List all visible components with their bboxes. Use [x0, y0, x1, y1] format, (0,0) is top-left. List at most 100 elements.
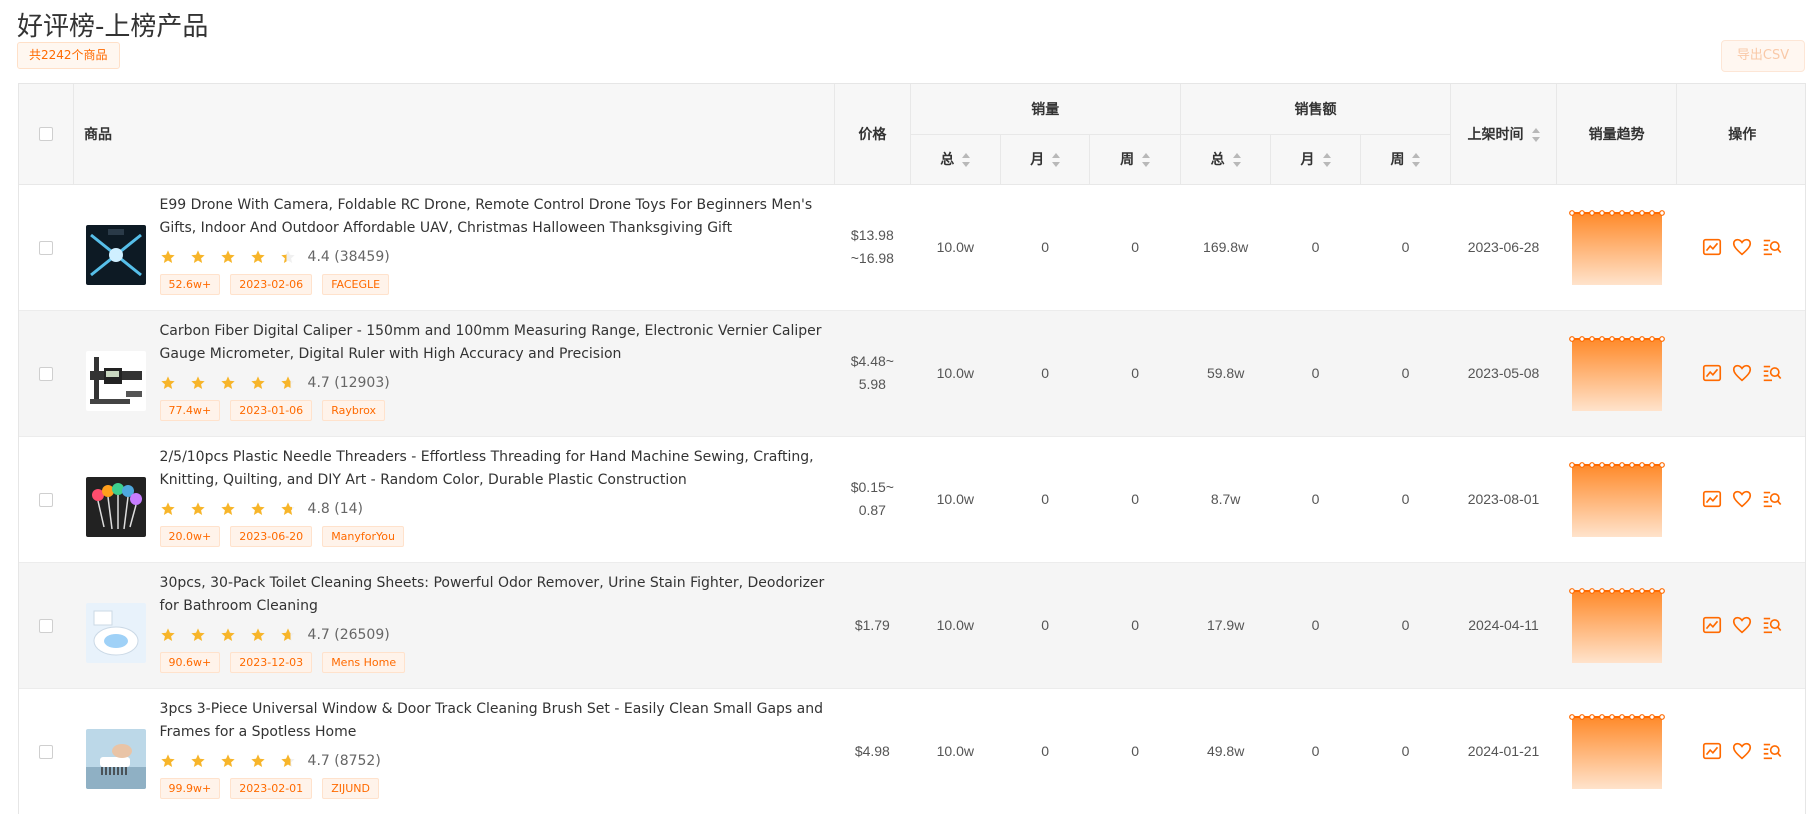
price-cell: $1.79 [834, 562, 911, 689]
product-cell: E99 Drone With Camera, Foldable RC Drone… [73, 184, 835, 311]
actions-cell [1676, 562, 1805, 689]
col-sales-week-label: 周 [1120, 152, 1135, 168]
search-list-icon[interactable] [1761, 488, 1783, 510]
star-icon [160, 249, 175, 263]
search-list-icon[interactable] [1761, 740, 1783, 762]
product-tag: 99.9w+ [159, 777, 221, 799]
listed-date: 2023-05-08 [1450, 310, 1557, 437]
sort-icon[interactable] [1412, 153, 1421, 167]
col-revenue-month-label: 月 [1300, 152, 1315, 168]
trend-chart-icon[interactable] [1701, 362, 1723, 384]
star-icon [190, 753, 205, 767]
trend-chart-icon[interactable] [1701, 236, 1723, 258]
row-checkbox[interactable] [39, 241, 54, 256]
price-line-1: $1.79 [854, 616, 890, 633]
row-checkbox[interactable] [39, 493, 54, 508]
trend-chart-icon[interactable] [1701, 488, 1723, 510]
row-select-cell [19, 184, 74, 311]
select-all-checkbox[interactable] [39, 126, 54, 141]
col-revenue-month[interactable]: 月 [1270, 134, 1361, 185]
product-tag: 2023-01-06 [230, 399, 313, 421]
row-checkbox[interactable] [39, 367, 54, 382]
rating-stars: 4.7 (12903) [160, 373, 827, 393]
row-actions [1677, 362, 1805, 384]
price-cell: $4.48~ 5.98 [834, 310, 911, 437]
heart-icon[interactable] [1731, 614, 1753, 636]
star-icon [190, 501, 205, 515]
product-thumbnail[interactable] [85, 350, 146, 411]
revenue-week: 0 [1360, 184, 1451, 311]
sales-month: 0 [1000, 562, 1090, 689]
sort-icon[interactable] [1142, 153, 1151, 167]
product-count-badge: 共2242个商品 [17, 42, 120, 69]
rating-text: 4.7 (12903) [307, 374, 390, 391]
heart-icon[interactable] [1731, 740, 1753, 762]
sort-icon[interactable] [1232, 153, 1241, 167]
product-tag: ManyforYou [322, 525, 404, 547]
product-title[interactable]: E99 Drone With Camera, Foldable RC Drone… [160, 194, 827, 240]
sales-month: 0 [1000, 688, 1090, 814]
trend-chart-icon[interactable] [1701, 740, 1723, 762]
star-icon [280, 501, 295, 515]
star-icon [280, 249, 295, 263]
sales-total: 10.0w [910, 310, 1001, 437]
actions-cell [1676, 184, 1805, 311]
row-select-cell [19, 436, 74, 563]
row-checkbox[interactable] [39, 745, 54, 760]
product-thumbnail[interactable] [85, 728, 146, 789]
sort-icon[interactable] [1322, 153, 1331, 167]
actions-cell [1676, 436, 1805, 563]
table-row: 3pcs 3-Piece Universal Window & Door Tra… [19, 688, 1805, 814]
trend-chart-icon[interactable] [1701, 614, 1723, 636]
star-icon [220, 501, 235, 515]
trend-cell [1556, 184, 1677, 311]
sort-icon[interactable] [1531, 127, 1540, 142]
product-thumbnail[interactable] [85, 224, 146, 285]
sales-month: 0 [1000, 310, 1090, 437]
col-revenue-total[interactable]: 总 [1180, 134, 1272, 185]
trend-cell [1556, 688, 1677, 814]
product-title[interactable]: 2/5/10pcs Plastic Needle Threaders - Eff… [160, 446, 827, 492]
star-icon [160, 501, 175, 515]
revenue-total: 8.7w [1180, 436, 1271, 563]
export-csv-button[interactable]: 导出CSV [1721, 40, 1805, 72]
product-tag: 2023-12-03 [230, 651, 313, 673]
heart-icon[interactable] [1731, 488, 1753, 510]
product-tag: 2023-02-06 [230, 273, 313, 295]
row-checkbox[interactable] [39, 619, 54, 634]
product-tag: FACEGLE [322, 273, 390, 295]
search-list-icon[interactable] [1761, 362, 1783, 384]
col-revenue-week[interactable]: 周 [1360, 134, 1452, 185]
col-sales-month[interactable]: 月 [1000, 134, 1091, 185]
heart-icon[interactable] [1731, 362, 1753, 384]
col-listed[interactable]: 上架时间 [1450, 84, 1557, 185]
product-tag: 52.6w+ [159, 273, 221, 295]
listed-date: 2023-08-01 [1450, 436, 1557, 563]
col-sales-week[interactable]: 周 [1089, 134, 1181, 185]
product-title[interactable]: Carbon Fiber Digital Caliper - 150mm and… [160, 320, 827, 366]
col-sales-total[interactable]: 总 [910, 134, 1002, 185]
sales-trend-sparkline [1568, 336, 1665, 411]
table-row: Carbon Fiber Digital Caliper - 150mm and… [19, 310, 1805, 437]
trend-cell [1556, 562, 1677, 689]
col-revenue-total-label: 总 [1210, 152, 1225, 168]
product-thumbnail[interactable] [85, 602, 146, 663]
sort-icon[interactable] [1052, 153, 1061, 167]
product-title[interactable]: 3pcs 3-Piece Universal Window & Door Tra… [160, 698, 827, 744]
sales-week: 0 [1089, 688, 1181, 814]
product-title[interactable]: 30pcs, 30-Pack Toilet Cleaning Sheets: P… [160, 572, 827, 618]
revenue-week: 0 [1360, 562, 1451, 689]
sort-icon[interactable] [962, 153, 971, 167]
col-price: 价格 [834, 84, 911, 185]
product-tag: Raybrox [322, 399, 386, 421]
row-actions [1677, 614, 1805, 636]
star-icon [220, 249, 235, 263]
search-list-icon[interactable] [1761, 236, 1783, 258]
heart-icon[interactable] [1731, 236, 1753, 258]
table-row: E99 Drone With Camera, Foldable RC Drone… [19, 184, 1805, 311]
star-icon [190, 627, 205, 641]
product-thumbnail[interactable] [85, 476, 146, 537]
product-tag: ZIJUND [322, 777, 379, 799]
revenue-week: 0 [1360, 688, 1451, 814]
search-list-icon[interactable] [1761, 614, 1783, 636]
